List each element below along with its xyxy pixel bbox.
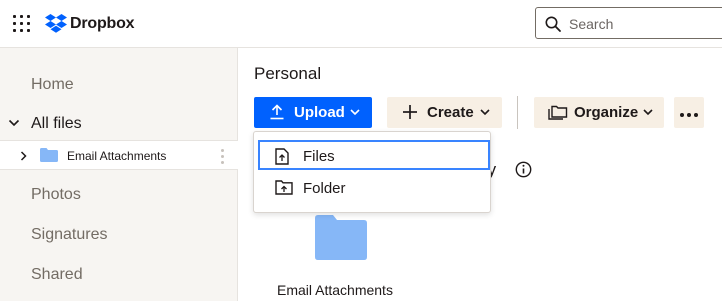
breadcrumb[interactable]: Personal (254, 64, 321, 84)
upload-icon (270, 104, 284, 120)
dropbox-logo-icon (45, 14, 67, 33)
search-input[interactable]: Search (535, 7, 722, 39)
organize-label: Organize (574, 104, 639, 121)
sidebar: Home All files Email Attachments Photos … (0, 48, 238, 301)
plus-icon (403, 105, 417, 119)
top-bar: Dropbox Search (0, 0, 722, 48)
chevron-down-icon (350, 109, 360, 116)
tree-item-label: Email Attachments (67, 149, 167, 163)
brand-logo[interactable]: Dropbox (45, 13, 135, 35)
upload-label: Upload (294, 104, 345, 121)
sidebar-tree-item-email-attachments[interactable]: Email Attachments (0, 140, 238, 170)
more-vertical-icon[interactable] (221, 148, 225, 164)
chevron-down-icon[interactable] (8, 119, 20, 127)
folder-upload-icon (275, 180, 293, 195)
more-horizontal-icon (679, 104, 700, 121)
more-actions-button[interactable] (674, 97, 704, 128)
menu-item-label: Folder (303, 180, 346, 197)
sidebar-item-all-files[interactable]: All files (31, 115, 82, 133)
folder-icon (40, 148, 58, 162)
menu-item-files[interactable]: Files (258, 140, 490, 170)
create-label: Create (427, 104, 474, 121)
grid-icon[interactable] (12, 14, 32, 34)
upload-button[interactable]: Upload (254, 97, 372, 128)
info-icon[interactable] (515, 161, 532, 178)
sidebar-item-shared[interactable]: Shared (31, 266, 83, 284)
sidebar-item-signatures[interactable]: Signatures (31, 226, 108, 244)
chevron-down-icon (480, 109, 490, 116)
chevron-right-icon[interactable] (20, 151, 27, 161)
file-upload-icon (275, 148, 289, 165)
search-icon (545, 16, 561, 32)
chevron-down-icon (643, 109, 653, 116)
folders-icon (548, 105, 568, 120)
sidebar-item-home[interactable]: Home (31, 76, 74, 94)
menu-item-label: Files (303, 148, 335, 165)
folder-icon[interactable] (315, 215, 367, 260)
sidebar-item-photos[interactable]: Photos (31, 186, 81, 204)
search-placeholder: Search (569, 16, 614, 32)
folder-name[interactable]: Email Attachments (277, 282, 393, 298)
create-button[interactable]: Create (387, 97, 502, 128)
organize-button[interactable]: Organize (534, 97, 664, 128)
menu-item-folder[interactable]: Folder (258, 173, 490, 203)
toolbar-divider (517, 96, 518, 129)
brand-name: Dropbox (70, 15, 135, 32)
upload-dropdown-menu: Files Folder (253, 131, 491, 213)
